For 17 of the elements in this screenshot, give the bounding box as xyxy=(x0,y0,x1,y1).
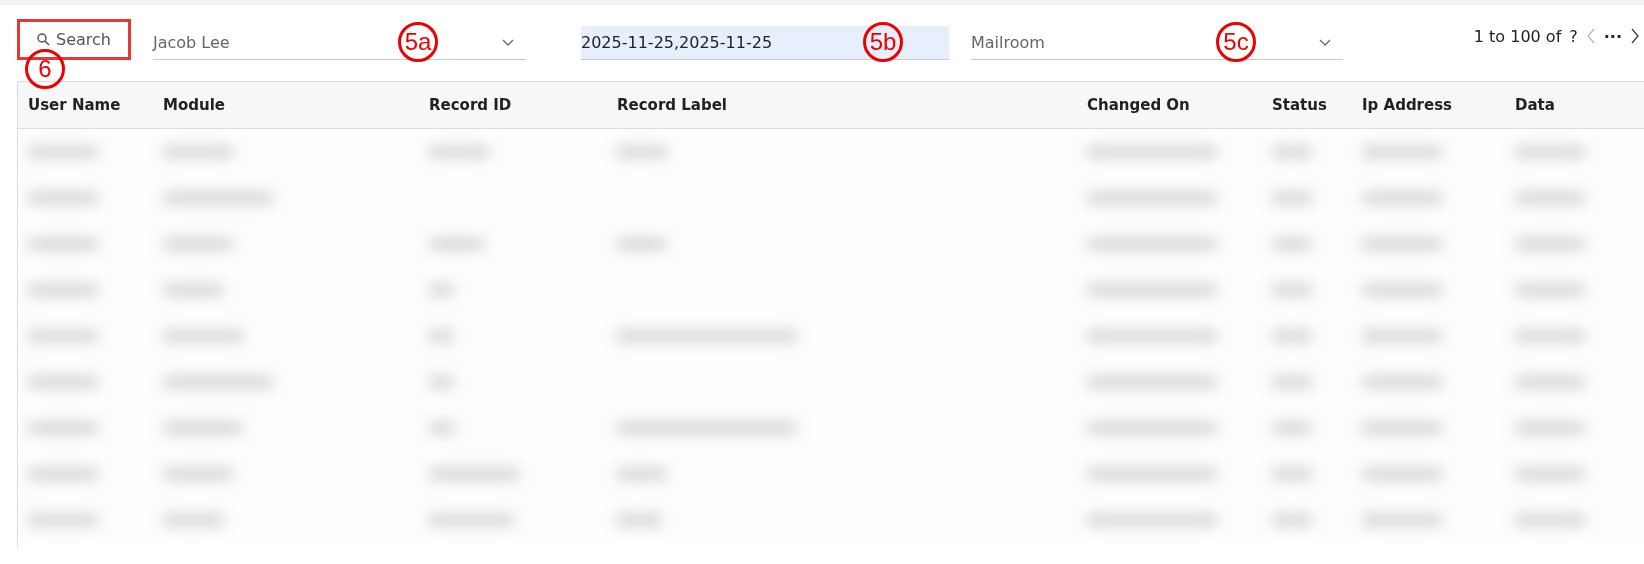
column-header: Status xyxy=(1272,96,1328,114)
page-range: 1 to 100 of xyxy=(1473,26,1562,46)
column-header: Data xyxy=(1515,96,1556,114)
dropdown-field[interactable]: Mailroom 5c xyxy=(971,26,1343,60)
search-button[interactable]: Search xyxy=(17,18,131,60)
column-header: Module xyxy=(163,96,226,114)
column-header: Record ID xyxy=(429,96,513,114)
callout-marker: 5a xyxy=(398,22,438,62)
callout-marker: 5b xyxy=(863,22,903,62)
more-pages[interactable]: ··· xyxy=(1603,26,1622,46)
column-header: User Name xyxy=(28,96,122,114)
column-header: Record Label xyxy=(617,96,728,114)
callout-marker: 5c xyxy=(1216,22,1256,62)
column-header: Changed On xyxy=(1087,96,1191,114)
column-header: Ip Address xyxy=(1362,96,1454,114)
dropdown-field[interactable]: Jacob Lee 5a xyxy=(153,26,526,60)
total-count: ? xyxy=(1569,26,1578,46)
